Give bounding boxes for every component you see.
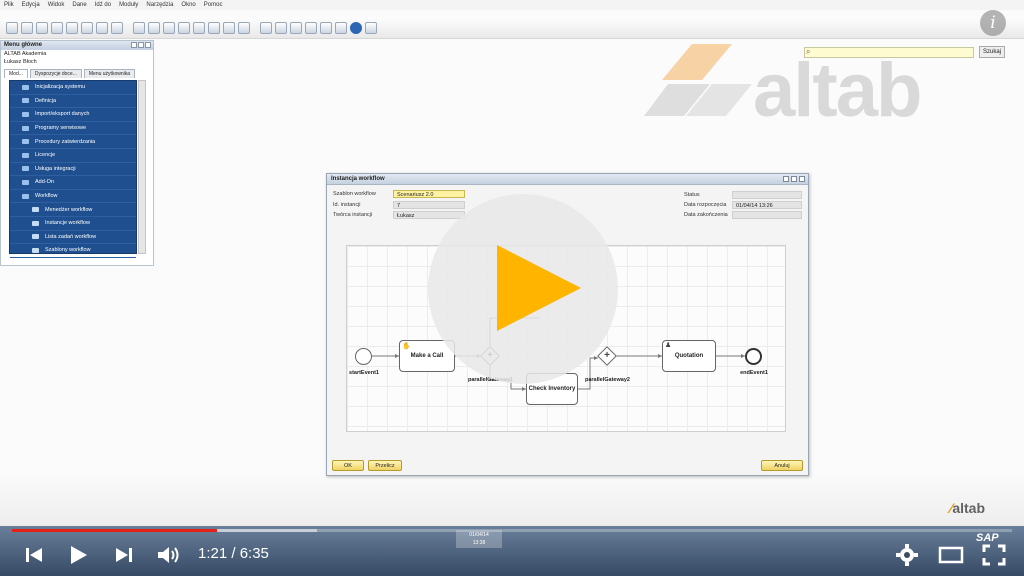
user-task-icon: ♟ — [665, 342, 672, 349]
video-progress-bar[interactable] — [12, 529, 1012, 532]
windows-taskbar — [0, 526, 1024, 576]
end-event[interactable] — [745, 348, 762, 365]
start-event-label: startEvent1 — [349, 370, 379, 376]
fullscreen-icon[interactable] — [982, 543, 1006, 567]
manual-task-icon: ✋ — [402, 343, 411, 350]
task-make-a-call-label: Make a Call — [410, 353, 444, 359]
previous-icon[interactable] — [24, 543, 44, 567]
task-quotation-label: Quotation — [674, 353, 704, 359]
taskbar-clock: 01/04/14 13:38 — [456, 530, 502, 548]
end-event-label: endEvent1 — [740, 370, 768, 376]
play-icon[interactable] — [66, 543, 90, 567]
large-play-icon[interactable] — [497, 245, 581, 331]
next-icon[interactable] — [114, 543, 134, 567]
theater-mode-icon[interactable] — [938, 543, 964, 567]
clock-line: 01/04/14 — [469, 532, 489, 538]
clock-line: 13:38 — [472, 540, 486, 546]
volume-icon[interactable] — [156, 543, 182, 567]
time-display: 1:21 / 6:35 — [198, 545, 269, 562]
start-event[interactable] — [355, 348, 372, 365]
task-check-inventory-label: Check Inventory — [528, 386, 576, 392]
settings-icon[interactable] — [896, 543, 918, 567]
parallel-gateway-2-label: parallelGateway2 — [585, 377, 630, 383]
progress-played — [12, 529, 217, 532]
